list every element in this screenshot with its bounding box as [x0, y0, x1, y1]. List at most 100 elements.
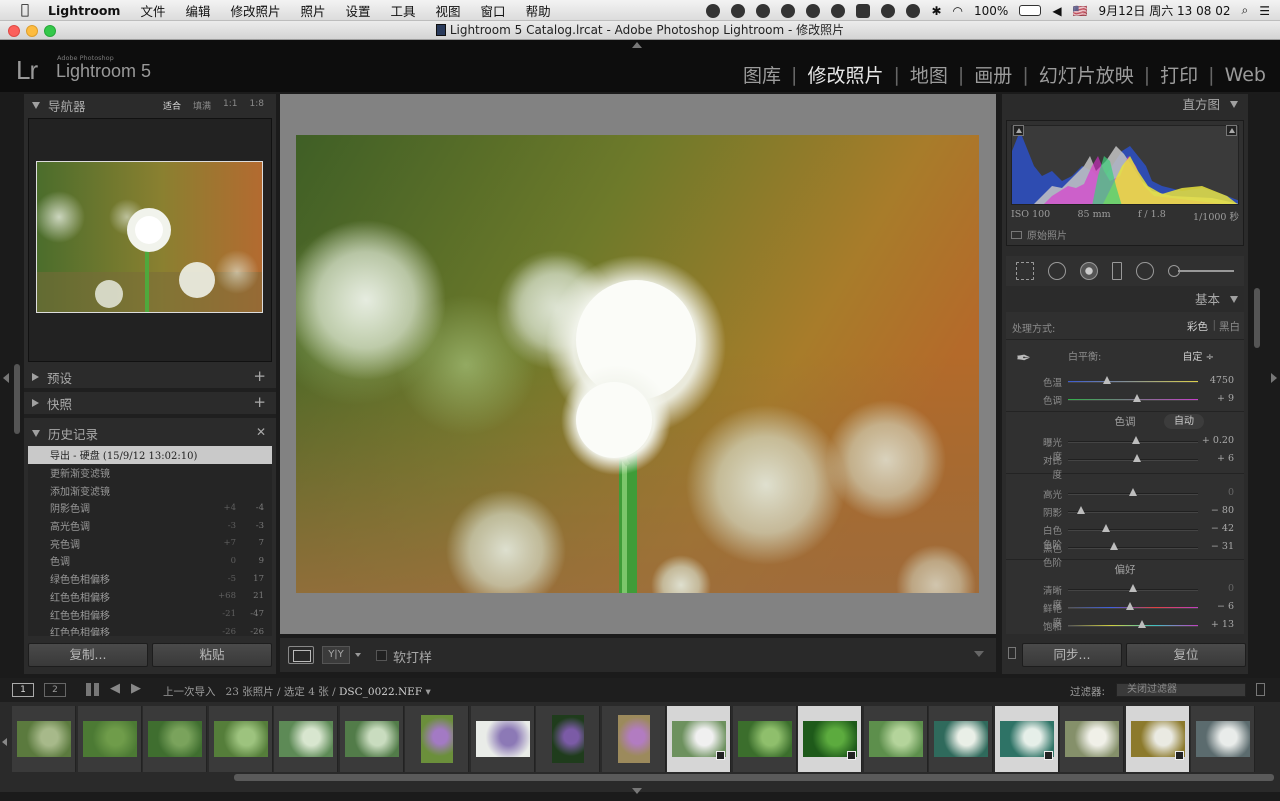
clock[interactable]: 9月12日 周六 13 08 02: [1099, 2, 1231, 19]
bottom-panel-toggle-icon[interactable]: [632, 788, 642, 794]
filmstrip-scrollbar[interactable]: [234, 774, 1274, 781]
menu-app-name[interactable]: Lightroom: [48, 3, 120, 18]
pen-tray-icon[interactable]: [806, 3, 821, 18]
whites-track[interactable]: [1068, 529, 1198, 531]
zoom-fit[interactable]: 适合: [163, 99, 181, 112]
shadows-track[interactable]: [1068, 511, 1198, 513]
exposure-value[interactable]: + 0.20: [1202, 435, 1234, 446]
filmstrip-thumbnail[interactable]: [994, 706, 1059, 772]
filter-dropdown[interactable]: 关闭过滤器: [1116, 683, 1246, 697]
filmstrip-thumbnail[interactable]: [12, 706, 76, 772]
temp-value[interactable]: 4750: [1210, 375, 1234, 386]
menu-photo[interactable]: 照片: [300, 1, 325, 20]
filmstrip-thumbnail[interactable]: [863, 706, 928, 772]
main-photo[interactable]: [296, 135, 979, 593]
eye-tray-icon[interactable]: [831, 3, 846, 18]
radial-filter-icon[interactable]: [1136, 262, 1154, 280]
highlights-thumb[interactable]: [1129, 488, 1137, 496]
eyedropper-icon[interactable]: ✒: [1016, 348, 1031, 369]
history-item[interactable]: 亮色调 +7 7: [28, 534, 272, 552]
filmstrip-thumbnail[interactable]: [470, 706, 535, 772]
blacks-value[interactable]: − 31: [1211, 541, 1234, 552]
treatment-color[interactable]: 彩色: [1187, 319, 1208, 334]
temp-thumb[interactable]: [1103, 376, 1111, 384]
saturation-thumb[interactable]: [1138, 620, 1147, 628]
grid-view-icon[interactable]: [86, 683, 99, 696]
zoom-1-8[interactable]: 1:8: [250, 99, 264, 112]
filmstrip-thumbnail[interactable]: [77, 706, 142, 772]
filmstrip-thumbnail[interactable]: [339, 706, 404, 772]
window-tray-icon[interactable]: [856, 3, 871, 18]
menu-file[interactable]: 文件: [140, 1, 165, 20]
filmstrip-thumbnail[interactable]: [798, 706, 862, 772]
before-after-dropdown-icon[interactable]: [355, 653, 361, 657]
module-library[interactable]: 图库: [743, 61, 781, 88]
spotlight-icon[interactable]: ⌕: [1242, 3, 1249, 18]
filmstrip-thumbnail[interactable]: [208, 706, 273, 772]
filmstrip-scroll-left-icon[interactable]: [2, 738, 7, 746]
page-2-button[interactable]: 2: [44, 683, 66, 697]
filmstrip-thumbnail[interactable]: [929, 706, 993, 772]
red-eye-tool-icon[interactable]: [1080, 262, 1098, 280]
notification-center-icon[interactable]: ☰: [1259, 4, 1270, 18]
sync-button[interactable]: 同步...: [1022, 643, 1122, 667]
menu-help[interactable]: 帮助: [526, 1, 551, 20]
toolbar-menu-icon[interactable]: [974, 651, 984, 657]
tint-thumb[interactable]: [1132, 394, 1141, 402]
filmstrip-thumbnail[interactable]: [405, 706, 469, 772]
spot-removal-tool-icon[interactable]: [1048, 262, 1066, 280]
module-slideshow[interactable]: 幻灯片放映: [1039, 61, 1134, 88]
contrast-value[interactable]: + 6: [1217, 453, 1234, 464]
left-panel-toggle-icon[interactable]: [3, 373, 9, 383]
history-item[interactable]: 红色色相偏移 -26 -26: [28, 623, 272, 636]
qq-icon[interactable]: [706, 3, 721, 18]
minimize-window-button[interactable]: [26, 25, 38, 37]
history-item[interactable]: 红色色相偏移 +68 21: [28, 588, 272, 606]
history-item[interactable]: 绿色色相偏移 -5 17: [28, 570, 272, 588]
contrast-thumb[interactable]: [1132, 454, 1141, 462]
clarity-thumb[interactable]: [1129, 584, 1137, 592]
filmstrip-thumbnail[interactable]: [732, 706, 797, 772]
menu-window[interactable]: 窗口: [481, 1, 506, 20]
fullscreen-window-button[interactable]: [44, 25, 56, 37]
vibrance-value[interactable]: − 6: [1217, 601, 1234, 612]
crop-tool-icon[interactable]: [1016, 262, 1034, 280]
shadows-value[interactable]: − 80: [1211, 505, 1234, 516]
top-panel-toggle-icon[interactable]: [632, 42, 642, 48]
histogram-header[interactable]: 直方图: [1002, 94, 1248, 116]
blacks-thumb[interactable]: [1109, 542, 1118, 550]
clarity-value[interactable]: 0: [1228, 583, 1234, 594]
menu-view[interactable]: 视图: [436, 1, 461, 20]
histogram-graph[interactable]: [1011, 125, 1239, 205]
navigator-preview-image[interactable]: [36, 161, 263, 313]
module-print[interactable]: 打印: [1160, 61, 1198, 88]
app-tray-icon[interactable]: [731, 3, 746, 18]
add-preset-icon[interactable]: +: [253, 367, 266, 385]
bluetooth-icon[interactable]: ✱: [931, 4, 941, 18]
auto-sync-toggle-icon[interactable]: [1008, 647, 1016, 659]
temp-track[interactable]: [1068, 381, 1198, 383]
add-snapshot-icon[interactable]: +: [253, 393, 266, 411]
back-arrow-icon[interactable]: ◀: [110, 681, 120, 696]
clear-history-icon[interactable]: ✕: [256, 425, 266, 439]
saturation-value[interactable]: + 13: [1211, 619, 1234, 630]
paste-settings-button[interactable]: 粘贴: [152, 643, 272, 667]
filmstrip-source[interactable]: 上一次导入 23 张照片 / 选定 4 张 / DSC_0022.NEF ▾: [163, 684, 431, 699]
blacks-track[interactable]: [1068, 547, 1198, 549]
history-item[interactable]: 色调 0 9: [28, 552, 272, 570]
apple-menu-icon[interactable]: : [14, 2, 36, 18]
collapse-triangle-icon[interactable]: [32, 101, 40, 109]
collapse-triangle-icon[interactable]: [32, 429, 40, 437]
original-photo-checkbox[interactable]: [1011, 231, 1022, 239]
vibrance-thumb[interactable]: [1126, 602, 1135, 610]
page-1-button[interactable]: 1: [12, 683, 34, 697]
filmstrip-thumbnail[interactable]: [1060, 706, 1124, 772]
menu-tools[interactable]: 工具: [391, 1, 416, 20]
menu-edit[interactable]: 编辑: [185, 1, 210, 20]
input-flag-icon[interactable]: 🇺🇸: [1073, 4, 1088, 18]
sync-tray-icon[interactable]: [781, 3, 796, 18]
right-panel-scrollbar[interactable]: [1254, 288, 1260, 348]
filmstrip-thumbnail[interactable]: [1125, 706, 1190, 772]
navigator-header[interactable]: 导航器 适合 填满 1:1 1:8: [24, 94, 276, 116]
whites-thumb[interactable]: [1101, 524, 1110, 532]
